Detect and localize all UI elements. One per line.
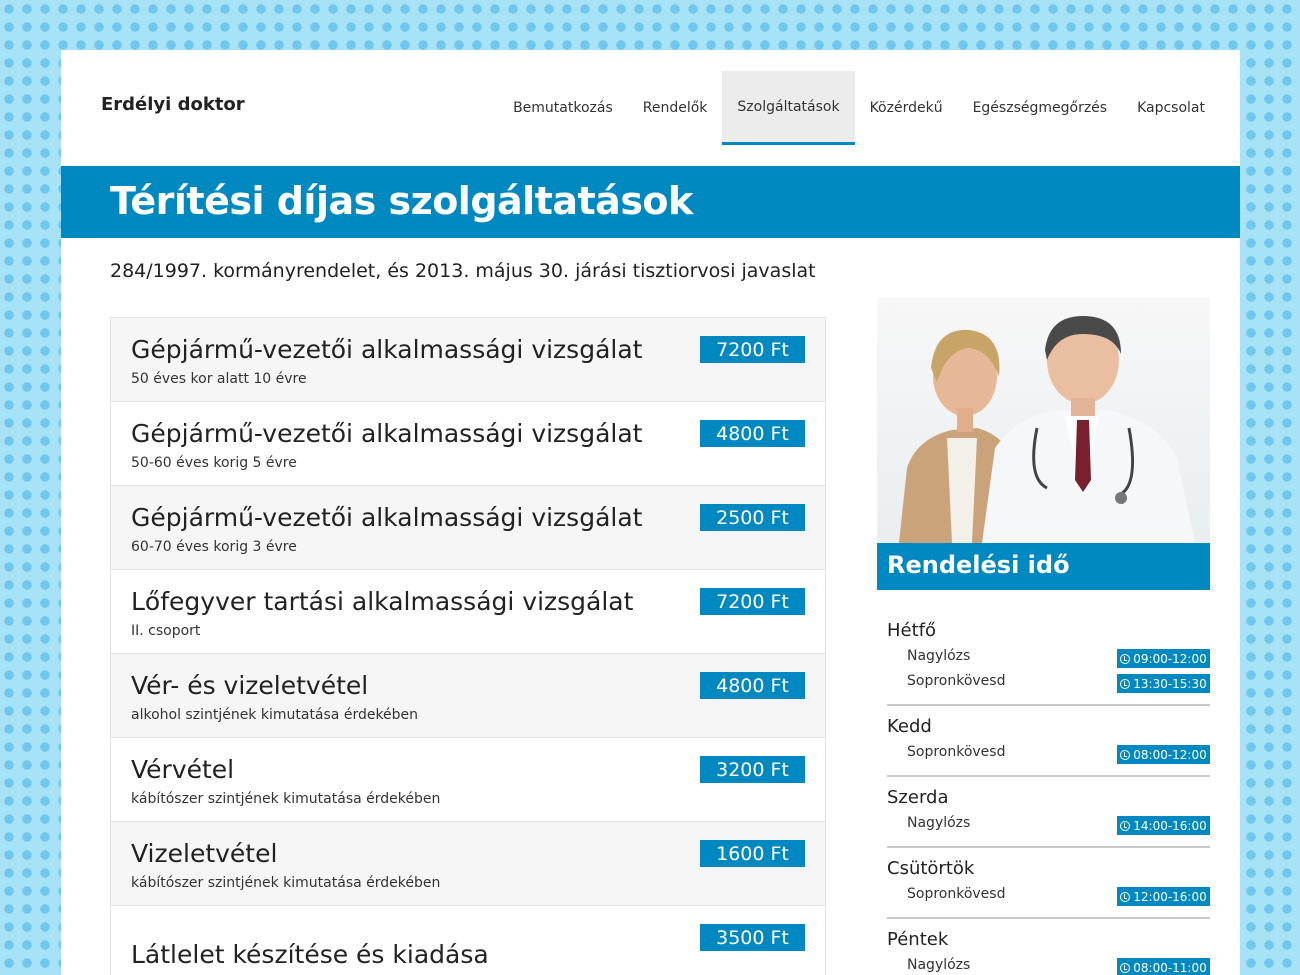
service-row: Vérvétel kábítószer szintjének kimutatás… bbox=[111, 738, 825, 822]
services-list: Gépjármű-vezetői alkalmassági vizsgálat … bbox=[110, 317, 826, 975]
service-row: Vér- és vizeletvétel alkohol szintjének … bbox=[111, 654, 825, 738]
day-block: Hétfő Nagylózs 09:00-12:00 Sopronkövesd … bbox=[887, 620, 1210, 706]
slot-place: Nagylózs bbox=[907, 648, 971, 664]
price-badge: 4800 Ft bbox=[700, 420, 805, 447]
day-name: Hétfő bbox=[887, 620, 937, 641]
service-name: Gépjármű-vezetői alkalmassági vizsgálat bbox=[131, 419, 643, 448]
service-note: alkohol szintjének kimutatása érdekében bbox=[131, 707, 419, 723]
slot-place: Nagylózs bbox=[907, 957, 971, 973]
slot-time-badge: 13:30-15:30 bbox=[1117, 674, 1210, 693]
slot-time: 14:00-16:00 bbox=[1133, 818, 1207, 833]
nav-rendelok[interactable]: Rendelők bbox=[628, 71, 723, 145]
price-badge: 3200 Ft bbox=[700, 756, 805, 783]
service-row: Gépjármű-vezetői alkalmassági vizsgálat … bbox=[111, 318, 825, 402]
service-name: Vizeletvétel bbox=[131, 839, 278, 868]
price-badge: 4800 Ft bbox=[700, 672, 805, 699]
slot-time: 08:00-11:00 bbox=[1133, 960, 1207, 975]
slot-time: 12:00-16:00 bbox=[1133, 889, 1207, 904]
slot-time-badge: 12:00-16:00 bbox=[1117, 887, 1210, 906]
service-row: Vizeletvétel kábítószer szintjének kimut… bbox=[111, 822, 825, 906]
nav-egeszsegmegorzes[interactable]: Egészségmegőrzés bbox=[958, 71, 1123, 145]
clock-icon bbox=[1120, 962, 1131, 973]
title-banner: Térítési díjas szolgáltatások bbox=[61, 166, 1240, 238]
service-name: Lőfegyver tartási alkalmassági vizsgálat bbox=[131, 587, 634, 616]
slot-time-badge: 09:00-12:00 bbox=[1117, 649, 1210, 668]
slot-time-badge: 14:00-16:00 bbox=[1117, 816, 1210, 835]
service-name: Vérvétel bbox=[131, 755, 235, 784]
service-note: kábítószer szintjének kimutatása érdekéb… bbox=[131, 875, 441, 891]
site-header: Erdélyi doktor Bemutatkozás Rendelők Szo… bbox=[61, 50, 1240, 166]
office-hours-title: Rendelési idő bbox=[877, 543, 1210, 590]
day-name: Péntek bbox=[887, 929, 949, 950]
day-block: Péntek Nagylózs 08:00-11:00 bbox=[887, 929, 1210, 975]
clock-icon bbox=[1120, 678, 1131, 689]
time-slot: Sopronkövesd 12:00-16:00 bbox=[887, 884, 1210, 909]
doctors-photo-illustration bbox=[899, 316, 1195, 543]
service-name: Gépjármű-vezetői alkalmassági vizsgálat bbox=[131, 335, 643, 364]
slot-place: Sopronkövesd bbox=[907, 886, 1006, 902]
time-slot: Nagylózs 09:00-12:00 bbox=[887, 646, 1210, 671]
clock-icon bbox=[1120, 820, 1131, 831]
day-block: Szerda Nagylózs 14:00-16:00 bbox=[887, 787, 1210, 848]
time-slot: Sopronkövesd 13:30-15:30 bbox=[887, 671, 1210, 696]
price-badge: 2500 Ft bbox=[700, 504, 805, 531]
slot-time: 09:00-12:00 bbox=[1133, 651, 1207, 666]
service-row: Gépjármű-vezetői alkalmassági vizsgálat … bbox=[111, 486, 825, 570]
service-note: II. csoport bbox=[131, 623, 201, 639]
page-card: Erdélyi doktor Bemutatkozás Rendelők Szo… bbox=[61, 50, 1240, 975]
service-note: 60-70 éves korig 3 évre bbox=[131, 539, 297, 555]
nav-kapcsolat[interactable]: Kapcsolat bbox=[1122, 71, 1220, 145]
slot-time: 13:30-15:30 bbox=[1133, 676, 1207, 691]
time-slot: Nagylózs 08:00-11:00 bbox=[887, 955, 1210, 975]
service-row: Lőfegyver tartási alkalmassági vizsgálat… bbox=[111, 570, 825, 654]
day-name: Csütörtök bbox=[887, 858, 975, 879]
price-badge: 7200 Ft bbox=[700, 588, 805, 615]
main-nav: Bemutatkozás Rendelők Szolgáltatások Köz… bbox=[498, 71, 1220, 145]
service-name: Vér- és vizeletvétel bbox=[131, 671, 369, 700]
service-note: 50-60 éves korig 5 évre bbox=[131, 455, 297, 471]
day-block: Csütörtök Sopronkövesd 12:00-16:00 bbox=[887, 858, 1210, 919]
service-row: Látlelet készítése és kiadása 3500 Ft bbox=[111, 906, 825, 975]
price-badge: 3500 Ft bbox=[700, 924, 805, 951]
price-badge: 7200 Ft bbox=[700, 336, 805, 363]
day-block: Kedd Sopronkövesd 08:00-12:00 bbox=[887, 716, 1210, 777]
clock-icon bbox=[1120, 653, 1131, 664]
service-row: Gépjármű-vezetői alkalmassági vizsgálat … bbox=[111, 402, 825, 486]
time-slot: Nagylózs 14:00-16:00 bbox=[887, 813, 1210, 838]
page-subtitle: 284/1997. kormányrendelet, és 2013. máju… bbox=[110, 260, 816, 282]
slot-place: Nagylózs bbox=[907, 815, 971, 831]
nav-szolgaltatasok[interactable]: Szolgáltatások bbox=[722, 71, 855, 145]
doctors-photo bbox=[877, 298, 1210, 543]
service-name: Gépjármű-vezetői alkalmassági vizsgálat bbox=[131, 503, 643, 532]
day-name: Kedd bbox=[887, 716, 932, 737]
service-name: Látlelet készítése és kiadása bbox=[131, 940, 489, 969]
price-badge: 1600 Ft bbox=[700, 840, 805, 867]
slot-time-badge: 08:00-11:00 bbox=[1117, 958, 1210, 975]
clock-icon bbox=[1120, 749, 1131, 760]
sidebar: Rendelési idő Hétfő Nagylózs 09:00-12:00… bbox=[877, 298, 1210, 975]
nav-bemutatkozas[interactable]: Bemutatkozás bbox=[498, 71, 628, 145]
nav-kozerdeku[interactable]: Közérdekű bbox=[855, 71, 958, 145]
service-note: 50 éves kor alatt 10 évre bbox=[131, 371, 307, 387]
clock-icon bbox=[1120, 891, 1131, 902]
slot-place: Sopronkövesd bbox=[907, 673, 1006, 689]
slot-place: Sopronkövesd bbox=[907, 744, 1006, 760]
slot-time: 08:00-12:00 bbox=[1133, 747, 1207, 762]
time-slot: Sopronkövesd 08:00-12:00 bbox=[887, 742, 1210, 767]
day-name: Szerda bbox=[887, 787, 949, 808]
slot-time-badge: 08:00-12:00 bbox=[1117, 745, 1210, 764]
site-logo[interactable]: Erdélyi doktor bbox=[101, 94, 245, 115]
page-title: Térítési díjas szolgáltatások bbox=[110, 179, 693, 223]
service-note: kábítószer szintjének kimutatása érdekéb… bbox=[131, 791, 441, 807]
